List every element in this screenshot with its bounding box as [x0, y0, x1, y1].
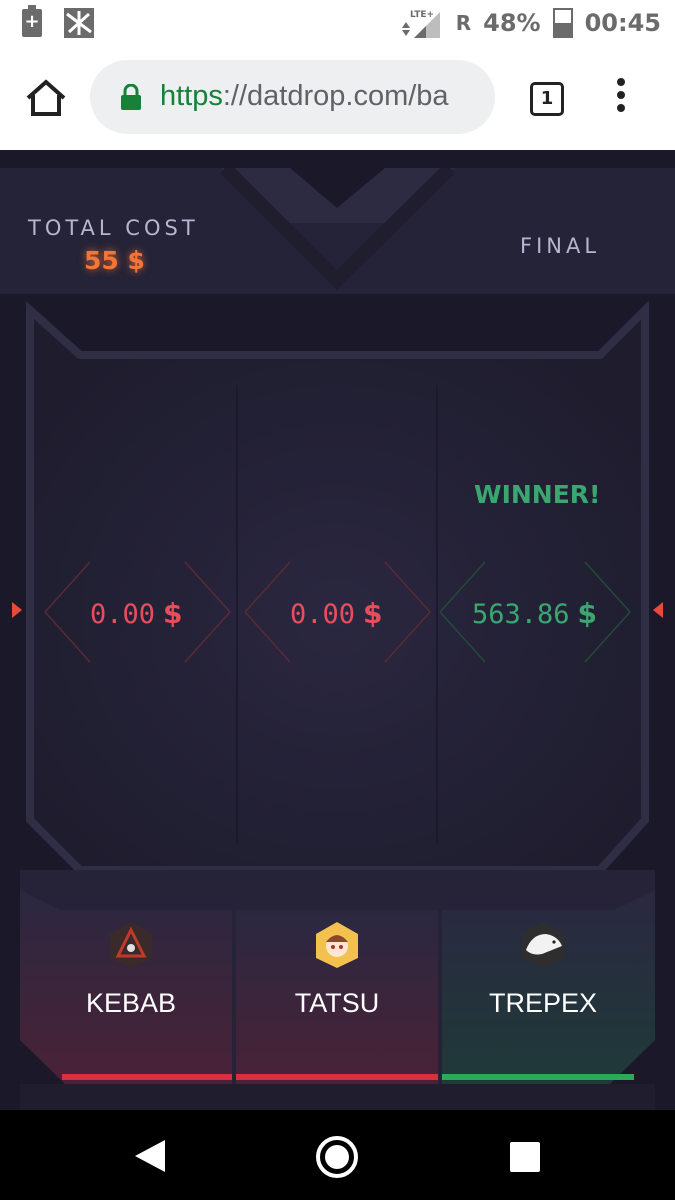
status-bar: + LTE+ R 48% 00:45 — [0, 0, 675, 48]
url-path: ://datdrop.com/ba — [222, 80, 449, 112]
url-scheme: https — [160, 80, 223, 112]
currency-symbol: $ — [363, 597, 383, 630]
battery-icon — [552, 8, 573, 38]
clock: 00:45 — [584, 9, 661, 37]
overflow-menu-icon[interactable] — [615, 78, 627, 118]
column-divider — [236, 385, 238, 845]
url-text: https://datdrop.com/ba — [160, 80, 449, 113]
result-bar — [62, 1074, 232, 1080]
tab-switcher-button[interactable]: 1 — [530, 82, 564, 116]
right-marker-icon — [653, 602, 663, 618]
winner-label: WINNER! — [474, 480, 601, 509]
player-amount: 563.86 $ — [472, 597, 597, 630]
player-amount: 0.00 $ — [90, 597, 183, 630]
player-name: TATSU — [294, 988, 380, 1018]
player-name: KEBAB — [85, 988, 177, 1018]
battery-saver-icon: + — [22, 5, 42, 37]
player-card-trepex[interactable]: TREPEX — [442, 910, 644, 1080]
player-name: TREPEX — [488, 988, 598, 1018]
player-avatar — [110, 922, 152, 968]
back-icon[interactable] — [133, 1138, 167, 1174]
svg-text:LTE+: LTE+ — [410, 10, 434, 20]
battle-status-label: FINAL — [520, 234, 601, 258]
image-notification-icon — [64, 8, 94, 38]
roaming-indicator: R — [455, 11, 472, 35]
column-divider — [436, 385, 438, 845]
amount-value: 0.00 — [90, 599, 156, 630]
total-cost-value: 55 $ — [84, 246, 145, 275]
lock-icon — [121, 84, 141, 110]
player-card-tatsu[interactable]: TATSU — [236, 910, 438, 1080]
amount-value: 0.00 — [290, 599, 356, 630]
player-avatar — [522, 922, 564, 968]
home-nav-icon[interactable] — [316, 1136, 358, 1178]
player-card-kebab[interactable]: KEBAB — [40, 910, 232, 1080]
signal-icon: LTE+ — [401, 10, 440, 38]
browser-toolbar: https://datdrop.com/ba 1 — [0, 48, 675, 150]
total-cost-label: TOTAL COST — [28, 216, 199, 240]
battery-percent: 48% — [483, 9, 541, 37]
player-avatar — [316, 922, 358, 968]
system-nav-bar — [0, 1110, 675, 1200]
address-bar[interactable]: https://datdrop.com/ba — [90, 60, 495, 134]
left-marker-icon — [12, 602, 22, 618]
home-icon[interactable] — [24, 78, 68, 118]
battle-frame — [26, 300, 649, 874]
player-amount: 0.00 $ — [290, 597, 383, 630]
result-bar — [236, 1074, 438, 1080]
amount-value: 563.86 — [472, 599, 570, 630]
currency-symbol: $ — [163, 597, 183, 630]
currency-symbol: $ — [577, 597, 598, 630]
battle-view: TOTAL COST 55 $ FINAL WINNER! 0.00 $ 0.00… — [0, 150, 675, 1110]
battle-header: TOTAL COST 55 $ FINAL — [0, 168, 675, 294]
recents-icon[interactable] — [510, 1142, 540, 1172]
result-bar — [442, 1074, 634, 1080]
